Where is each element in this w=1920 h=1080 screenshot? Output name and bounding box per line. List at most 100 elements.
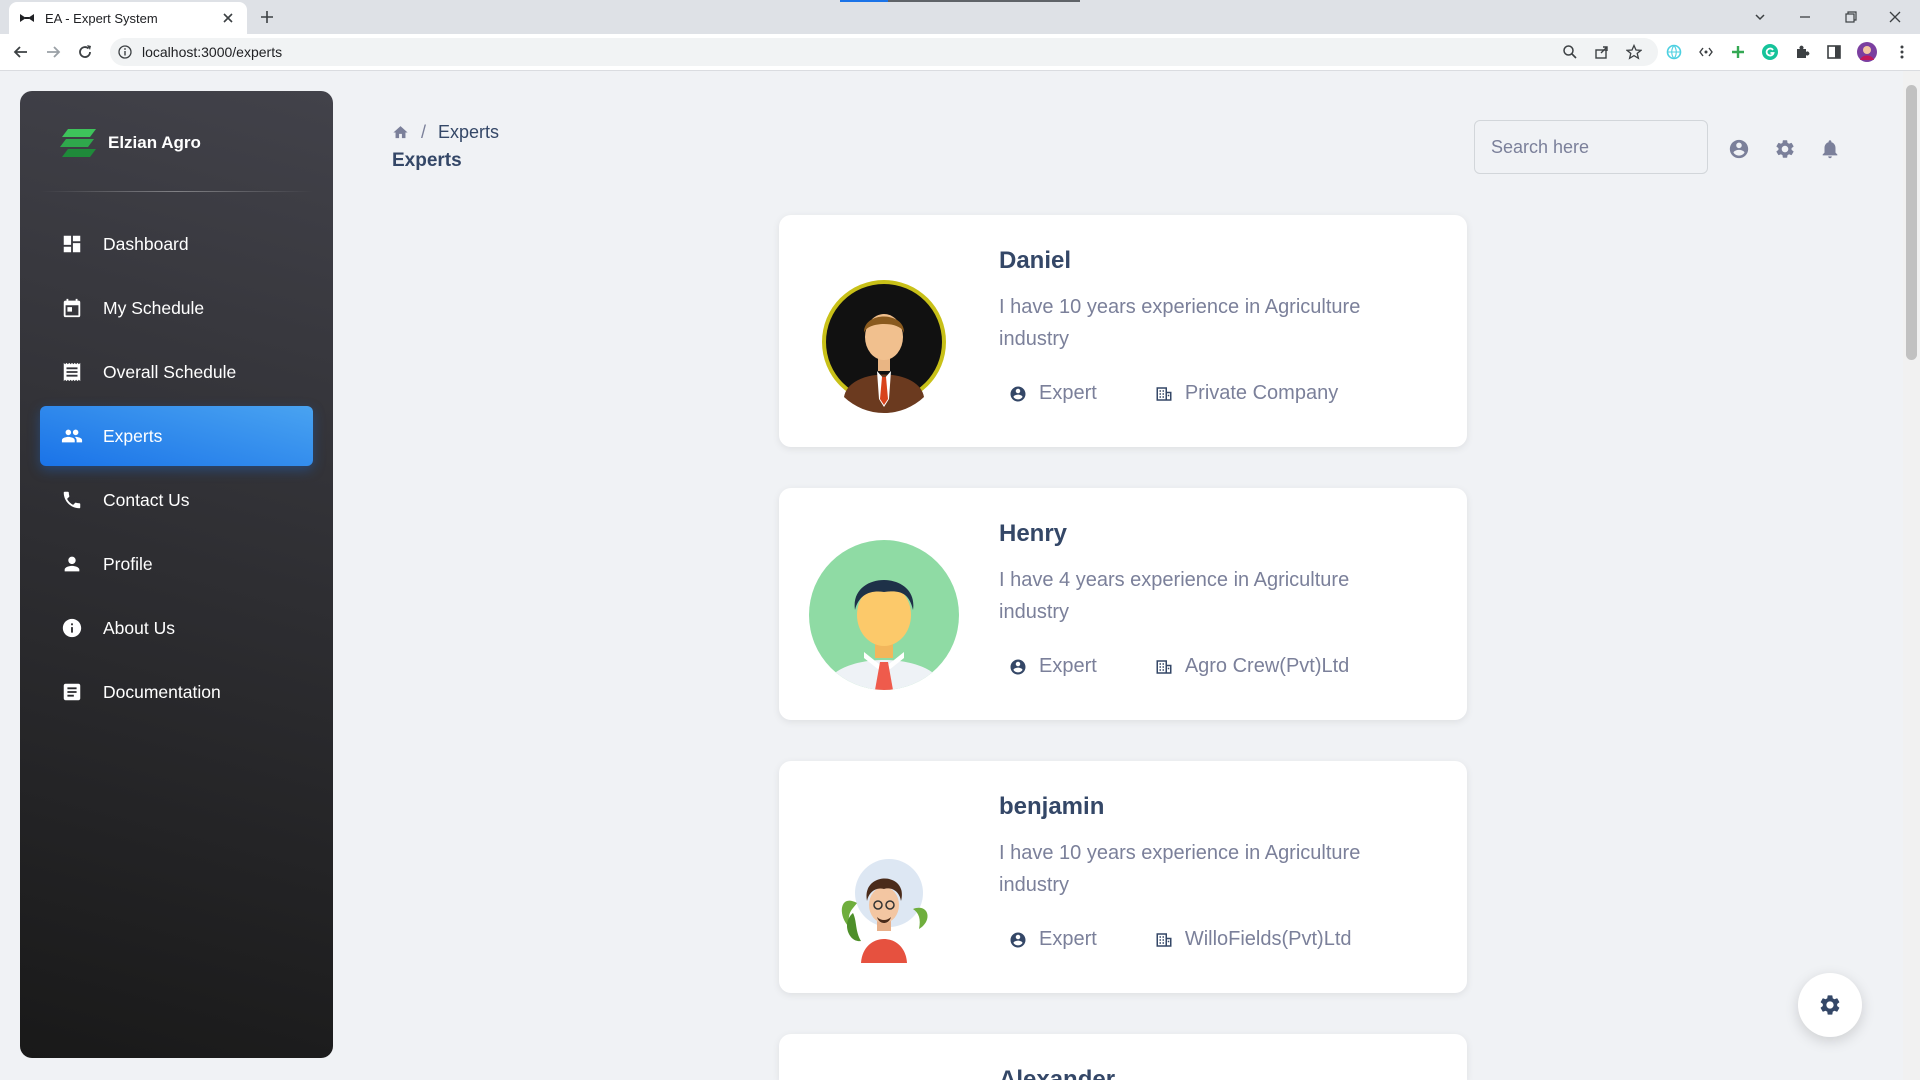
- sidebar-item-label: About Us: [103, 617, 175, 638]
- reload-icon[interactable]: [76, 43, 94, 61]
- expert-meta: Expert Agro Crew(Pvt)Ltd: [1009, 655, 1349, 678]
- address-bar[interactable]: localhost:3000/experts: [110, 38, 1658, 66]
- sidebar-item-label: Contact Us: [103, 489, 190, 510]
- restore-icon[interactable]: [1840, 6, 1862, 28]
- sidebar-item-overall-schedule[interactable]: Overall Schedule: [40, 342, 313, 402]
- sidebar-item-label: Profile: [103, 553, 153, 574]
- expert-role: Expert: [1039, 928, 1097, 950]
- expert-description: I have 10 years experience in Agricultur…: [999, 842, 1361, 896]
- expert-avatar: [809, 813, 959, 963]
- sidebar-item-documentation[interactable]: Documentation: [40, 662, 313, 722]
- account-circle-icon: [1009, 931, 1027, 949]
- sidebar-item-contact-us[interactable]: Contact Us: [40, 470, 313, 530]
- tab-search-icon[interactable]: [1749, 6, 1771, 28]
- expert-card[interactable]: Daniel I have 10 years experience in Agr…: [779, 215, 1467, 447]
- notifications-bell-icon[interactable]: [1819, 138, 1841, 160]
- extension-code-icon[interactable]: [1698, 44, 1714, 60]
- expert-card[interactable]: Henry I have 4 years experience in Agric…: [779, 488, 1467, 720]
- calendar-icon: [61, 297, 83, 319]
- person-icon: [61, 553, 83, 575]
- extension-globe-icon[interactable]: [1666, 44, 1682, 60]
- sidebar-item-label: Dashboard: [103, 233, 189, 254]
- expert-name: Alexander: [999, 1066, 1116, 1080]
- settings-gear-icon[interactable]: [1774, 138, 1796, 160]
- breadcrumb: / Experts: [392, 122, 499, 143]
- breadcrumb-current: Experts: [438, 122, 500, 142]
- expert-card[interactable]: Alexander: [779, 1034, 1467, 1080]
- expert-role: Expert: [1039, 382, 1097, 404]
- sidebar-item-dashboard[interactable]: Dashboard: [40, 214, 313, 274]
- phone-icon: [61, 489, 83, 511]
- sidebar-item-my-schedule[interactable]: My Schedule: [40, 278, 313, 338]
- expert-role: Expert: [1039, 655, 1097, 677]
- sidebar-item-label: Overall Schedule: [103, 361, 237, 382]
- expert-description: I have 4 years experience in Agriculture…: [999, 569, 1350, 623]
- share-icon[interactable]: [1594, 44, 1610, 60]
- profile-avatar-icon[interactable]: [1857, 42, 1877, 62]
- url-text: localhost:3000/experts: [142, 44, 283, 60]
- side-panel-icon[interactable]: [1826, 44, 1842, 60]
- forward-icon[interactable]: [44, 43, 62, 61]
- expert-name: Daniel: [999, 247, 1072, 274]
- expert-avatar: [809, 267, 959, 417]
- brand[interactable]: Elzian Agro: [60, 125, 201, 161]
- browser-toolbar: localhost:3000/experts: [0, 34, 1920, 71]
- scrollbar-thumb[interactable]: [1906, 85, 1917, 360]
- account-circle-icon[interactable]: [1728, 138, 1750, 160]
- expert-card[interactable]: benjamin I have 10 years experience in A…: [779, 761, 1467, 993]
- back-icon[interactable]: [12, 43, 30, 61]
- tab-close-icon[interactable]: [219, 9, 237, 27]
- grammarly-icon[interactable]: [1762, 44, 1778, 60]
- expert-avatar: [809, 540, 959, 690]
- extension-plus-icon[interactable]: [1730, 44, 1746, 60]
- tab-loading-indicator: [840, 0, 1080, 2]
- document-icon: [61, 681, 83, 703]
- expert-meta: Expert Private Company: [1009, 382, 1338, 405]
- receipt-icon: [61, 361, 83, 383]
- browser-tabstrip: EA - Expert System: [0, 0, 1920, 34]
- expert-company: Private Company: [1184, 382, 1339, 404]
- browser-menu-icon[interactable]: [1894, 44, 1910, 60]
- sidebar-item-profile[interactable]: Profile: [40, 534, 313, 594]
- expert-description: I have 10 years experience in Agricultur…: [999, 296, 1361, 350]
- expert-name: Henry: [999, 520, 1068, 547]
- configurator-button[interactable]: [1798, 973, 1862, 1037]
- info-icon: [61, 617, 83, 639]
- sidebar-item-about-us[interactable]: About Us: [40, 598, 313, 658]
- search-input[interactable]: [1474, 120, 1708, 174]
- extensions-puzzle-icon[interactable]: [1794, 44, 1810, 60]
- account-circle-icon: [1009, 658, 1027, 676]
- close-window-icon[interactable]: [1884, 6, 1906, 28]
- minimize-icon[interactable]: [1794, 6, 1816, 28]
- site-info-icon[interactable]: [118, 45, 132, 59]
- sidebar-item-experts[interactable]: Experts: [40, 406, 313, 466]
- bookmark-star-icon[interactable]: [1626, 44, 1642, 60]
- browser-tab[interactable]: EA - Expert System: [9, 2, 247, 34]
- page-scrollbar[interactable]: [1903, 71, 1920, 1080]
- sidebar-item-label: Experts: [103, 425, 163, 446]
- corporate-icon: [1155, 931, 1173, 949]
- expert-meta: Expert WilloFields(Pvt)Ltd: [1009, 928, 1352, 951]
- sidebar-divider: [40, 191, 313, 192]
- brand-name: Elzian Agro: [108, 133, 201, 152]
- breadcrumb-separator: /: [421, 122, 427, 142]
- corporate-icon: [1155, 658, 1173, 676]
- zoom-icon[interactable]: [1562, 44, 1578, 60]
- group-icon: [61, 425, 83, 447]
- corporate-icon: [1155, 385, 1173, 403]
- page-title: Experts: [392, 150, 462, 171]
- expert-company: WilloFields(Pvt)Ltd: [1184, 928, 1352, 950]
- favicon-icon: [19, 12, 35, 24]
- tab-title: EA - Expert System: [45, 10, 158, 26]
- home-icon[interactable]: [392, 124, 409, 141]
- brand-logo-icon: [60, 125, 100, 161]
- new-tab-icon[interactable]: [258, 8, 276, 26]
- expert-name: benjamin: [999, 793, 1105, 820]
- sidebar-item-label: Documentation: [103, 681, 221, 702]
- settings-gear-icon: [1818, 993, 1842, 1017]
- dashboard-icon: [61, 233, 83, 255]
- expert-company: Agro Crew(Pvt)Ltd: [1184, 655, 1350, 677]
- sidebar: Elzian Agro Dashboard My Schedule Overal…: [20, 91, 333, 1058]
- sidebar-item-label: My Schedule: [103, 297, 205, 318]
- account-circle-icon: [1009, 385, 1027, 403]
